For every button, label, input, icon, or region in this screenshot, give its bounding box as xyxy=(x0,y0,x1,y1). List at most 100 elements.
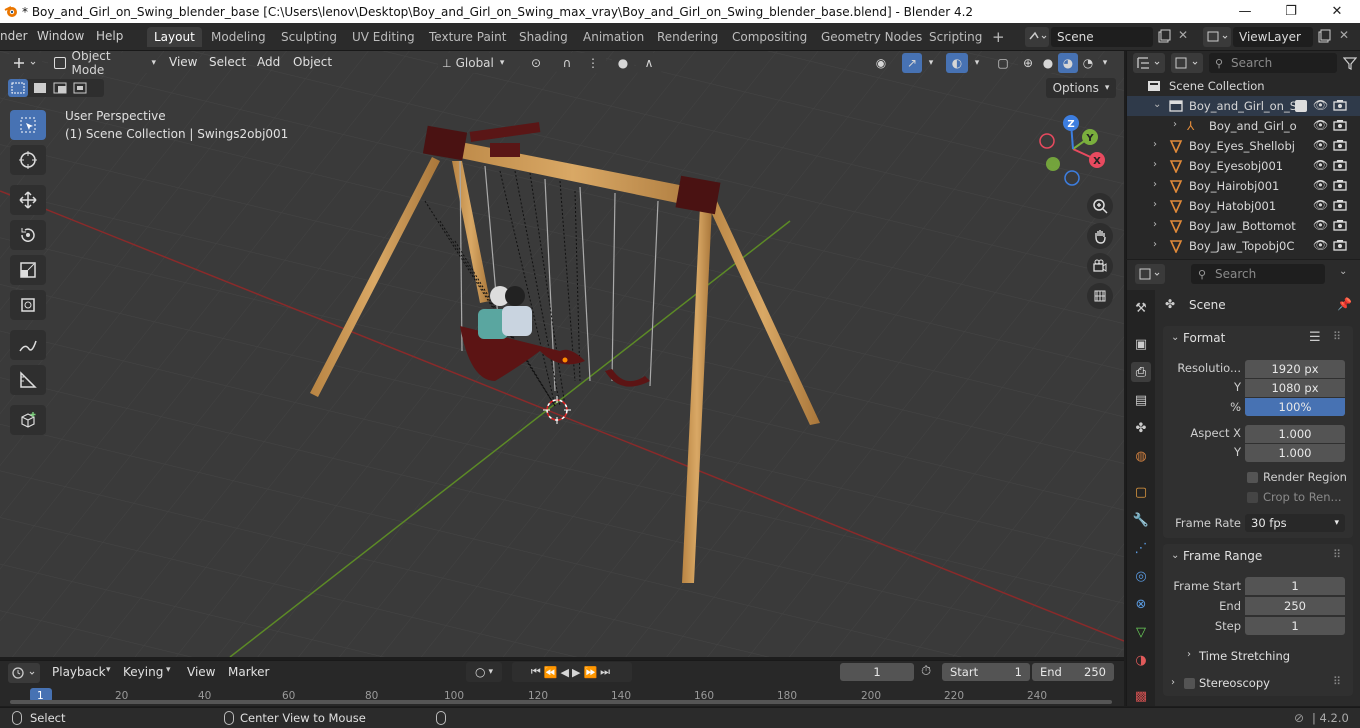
menu-view[interactable]: View xyxy=(169,55,197,69)
selection-mode-group[interactable] xyxy=(8,79,104,97)
stereoscopy-panel-title[interactable]: Stereoscopy xyxy=(1199,676,1270,690)
constraints-tab-icon[interactable]: ⊗ xyxy=(1131,594,1151,614)
measure-tool-icon[interactable] xyxy=(10,365,46,395)
drag-handle-icon[interactable]: ⠿ xyxy=(1333,548,1341,561)
menu-marker[interactable]: Marker xyxy=(228,665,269,679)
annotate-tool-icon[interactable] xyxy=(10,330,46,360)
chevron-down-icon[interactable]: ▾ xyxy=(1098,53,1112,73)
menu-help[interactable]: Help xyxy=(96,29,123,43)
xray-toggle-icon[interactable]: ▢ xyxy=(992,53,1014,73)
stopwatch-icon[interactable]: ⏱ xyxy=(921,664,931,679)
tab-modeling[interactable]: Modeling xyxy=(204,27,273,47)
tab-uv-editing[interactable]: UV Editing xyxy=(345,27,422,47)
scene-name-field[interactable]: Scene xyxy=(1051,27,1153,47)
minimize-button[interactable]: — xyxy=(1222,0,1268,23)
visibility-icon[interactable]: ◉ xyxy=(866,53,896,73)
camera-render-icon[interactable] xyxy=(1333,159,1347,171)
chevron-down-icon[interactable]: ⌄ xyxy=(1171,550,1179,561)
chevron-down-icon[interactable]: ▾ xyxy=(924,53,938,73)
camera-render-icon[interactable] xyxy=(1333,199,1347,211)
snap-target-icon[interactable]: ⋮ xyxy=(580,53,606,73)
tab-layout[interactable]: Layout xyxy=(147,27,202,47)
camera-render-icon[interactable] xyxy=(1333,179,1347,191)
chevron-right-icon[interactable]: › xyxy=(1153,159,1157,170)
scene-selector-icon[interactable] xyxy=(1025,27,1049,47)
chevron-right-icon[interactable]: › xyxy=(1153,139,1157,150)
eye-icon[interactable]: 👁 xyxy=(1313,118,1328,132)
timeline-editor-type-icon[interactable] xyxy=(8,663,40,683)
view-layer-selector-icon[interactable] xyxy=(1203,27,1231,47)
playback-controls[interactable]: ⏮ ⏪ ◀ ▶ ⏩ ⏭ xyxy=(512,662,632,682)
outliner-row[interactable]: › Boy_Jaw_Bottomot 👁 xyxy=(1127,216,1360,236)
timeline-scrollbar[interactable] xyxy=(10,700,1112,704)
frame-start-field[interactable]: 1 xyxy=(1245,577,1345,595)
tab-shading[interactable]: Shading xyxy=(512,27,575,47)
proportional-edit-icon[interactable]: ● xyxy=(612,53,634,73)
time-stretching-subpanel[interactable]: Time Stretching xyxy=(1199,649,1290,663)
resolution-percent-slider[interactable]: 100% xyxy=(1245,398,1345,416)
ortho-grid-icon[interactable] xyxy=(1087,283,1113,309)
eye-icon[interactable]: 👁 xyxy=(1313,238,1328,252)
menu-keying[interactable]: Keying xyxy=(123,665,163,679)
delete-scene-icon[interactable]: ✕ xyxy=(1178,28,1188,42)
close-button[interactable]: ✕ xyxy=(1314,0,1360,23)
eye-icon[interactable]: 👁 xyxy=(1313,138,1328,152)
maximize-button[interactable]: ❐ xyxy=(1268,0,1314,23)
rendered-shading-icon[interactable]: ◔ xyxy=(1078,53,1098,73)
prev-keyframe-icon[interactable]: ⏪ xyxy=(544,666,561,679)
filter-icon[interactable] xyxy=(1342,55,1358,71)
world-tab-icon[interactable]: ◍ xyxy=(1131,446,1151,466)
texture-tab-icon[interactable]: ▩ xyxy=(1131,686,1151,706)
next-keyframe-icon[interactable]: ⏩ xyxy=(583,666,600,679)
physics-tab-icon[interactable]: ◎ xyxy=(1131,566,1151,586)
view-layer-name-field[interactable]: ViewLayer xyxy=(1233,27,1313,47)
aspect-y-field[interactable]: 1.000 xyxy=(1245,444,1345,462)
chevron-right-icon[interactable]: › xyxy=(1153,219,1157,230)
eye-icon[interactable]: 👁 xyxy=(1313,98,1328,112)
render-tab-icon[interactable]: ▣ xyxy=(1131,334,1151,354)
eye-icon[interactable]: 👁 xyxy=(1313,218,1328,232)
options-dropdown[interactable]: Options ▾ xyxy=(1046,78,1116,98)
outliner-row[interactable]: › Boy_Jaw_Topobj0C 👁 xyxy=(1127,236,1360,256)
material-shading-icon[interactable]: ◕ xyxy=(1058,53,1078,73)
tab-sculpting[interactable]: Sculpting xyxy=(274,27,344,47)
format-panel-title[interactable]: Format xyxy=(1183,331,1225,345)
current-frame-field[interactable]: 1 xyxy=(840,663,914,681)
outliner-row-scene-collection[interactable]: Scene Collection xyxy=(1127,76,1360,96)
object-tab-icon[interactable]: ▢ xyxy=(1131,482,1151,502)
outliner-editor-type-icon[interactable] xyxy=(1133,53,1165,73)
transform-orientation-dropdown[interactable]: ⊥ Global ▾ xyxy=(438,53,514,73)
outliner-row[interactable]: › Boy_Hatobj001 👁 xyxy=(1127,196,1360,216)
render-region-checkbox[interactable] xyxy=(1247,472,1258,483)
snap-toggle-icon[interactable]: ∩ xyxy=(556,53,578,73)
menu-object[interactable]: Object xyxy=(293,55,332,69)
eye-icon[interactable]: 👁 xyxy=(1313,158,1328,172)
tab-scripting[interactable]: Scripting xyxy=(922,27,989,47)
jump-end-icon[interactable]: ⏭ xyxy=(600,665,613,679)
chevron-right-icon[interactable]: › xyxy=(1173,119,1177,130)
drag-handle-icon[interactable]: ⠿ xyxy=(1333,330,1341,343)
properties-search-input[interactable]: Search xyxy=(1191,264,1325,284)
camera-render-icon[interactable] xyxy=(1333,139,1347,151)
resolution-x-field[interactable]: 1920 px xyxy=(1245,360,1345,378)
chevron-down-icon[interactable]: ⌄ xyxy=(1339,266,1347,277)
camera-view-icon[interactable] xyxy=(1087,253,1113,279)
select-box-tool-icon[interactable] xyxy=(10,110,46,140)
auto-keying-toggle-icon[interactable]: ○ ▾ xyxy=(466,662,502,682)
frame-step-field[interactable]: 1 xyxy=(1245,617,1345,635)
tool-tab-icon[interactable]: ⚒ xyxy=(1131,298,1151,318)
new-view-layer-icon[interactable] xyxy=(1316,29,1332,45)
add-cube-tool-icon[interactable] xyxy=(10,405,46,435)
move-tool-icon[interactable] xyxy=(10,185,46,215)
scale-tool-icon[interactable] xyxy=(10,255,46,285)
falloff-icon[interactable]: ∧ xyxy=(636,53,662,73)
camera-render-icon[interactable] xyxy=(1333,239,1347,251)
eye-icon[interactable]: 👁 xyxy=(1313,178,1328,192)
chevron-down-icon[interactable]: ⌄ xyxy=(1153,99,1161,110)
resolution-y-field[interactable]: 1080 px xyxy=(1245,379,1345,397)
pan-hand-icon[interactable] xyxy=(1087,223,1113,249)
data-tab-icon[interactable]: ▽ xyxy=(1131,622,1151,642)
chevron-right-icon[interactable]: › xyxy=(1171,677,1175,688)
crop-checkbox[interactable] xyxy=(1247,492,1258,503)
outliner-row[interactable]: ⌄ Boy_and_Girl_on_S 👁 xyxy=(1127,96,1360,116)
